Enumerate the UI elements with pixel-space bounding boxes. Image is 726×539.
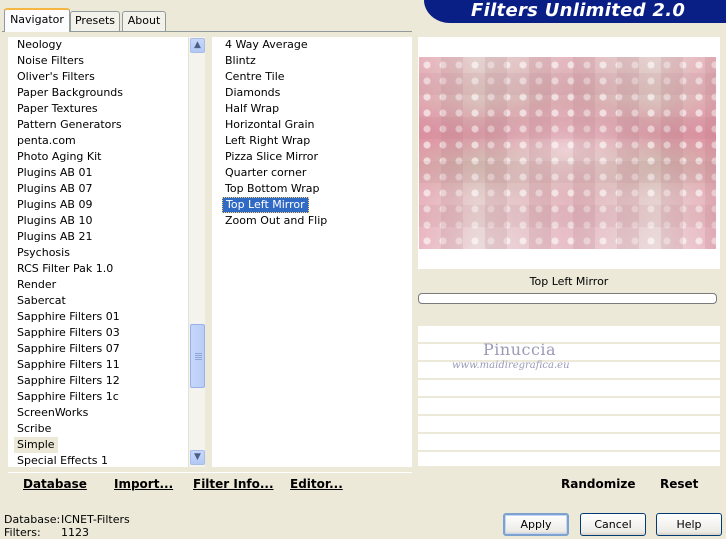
- category-item[interactable]: Photo Aging Kit: [14, 149, 104, 165]
- category-item[interactable]: Render: [14, 277, 59, 293]
- category-item[interactable]: Sapphire Filters 1c: [14, 389, 122, 405]
- parameter-row: [418, 416, 720, 433]
- category-item[interactable]: Sapphire Filters 01: [14, 309, 123, 325]
- filters-count-label: Filters:: [4, 526, 41, 539]
- category-scrollbar[interactable]: ▲ ▼: [188, 37, 205, 467]
- category-item[interactable]: Paper Textures: [14, 101, 101, 117]
- category-item[interactable]: Special Effects 1: [14, 453, 111, 469]
- preview-image: [419, 57, 716, 249]
- category-item[interactable]: Psychosis: [14, 245, 73, 261]
- filter-item[interactable]: Centre Tile: [222, 69, 288, 85]
- scroll-grip-line: [195, 355, 202, 356]
- tab-navigator[interactable]: Navigator: [4, 8, 70, 32]
- scroll-down-button[interactable]: ▼: [190, 450, 205, 465]
- category-item[interactable]: Simple: [14, 437, 58, 453]
- category-item[interactable]: Scribe: [14, 421, 54, 437]
- reset-button[interactable]: Reset: [660, 477, 698, 491]
- filter-item[interactable]: Diamonds: [222, 85, 283, 101]
- scroll-grip-line: [195, 359, 202, 360]
- filter-item[interactable]: Blintz: [222, 53, 259, 69]
- filter-item[interactable]: Quarter corner: [222, 165, 309, 181]
- scroll-grip-line: [195, 357, 202, 358]
- category-item[interactable]: RCS Filter Pak 1.0: [14, 261, 116, 277]
- current-filter-name: Top Left Mirror: [418, 270, 720, 292]
- category-item[interactable]: Noise Filters: [14, 53, 87, 69]
- category-item[interactable]: Sapphire Filters 11: [14, 357, 123, 373]
- category-item[interactable]: Sapphire Filters 03: [14, 325, 123, 341]
- category-item[interactable]: Plugins AB 01: [14, 165, 95, 181]
- category-item[interactable]: Sapphire Filters 12: [14, 373, 123, 389]
- database-button[interactable]: Database: [23, 477, 87, 491]
- scroll-grip-icon: [195, 353, 202, 354]
- tab-about[interactable]: About: [122, 11, 166, 31]
- tab-presets[interactable]: Presets: [70, 11, 120, 31]
- filter-item[interactable]: Zoom Out and Flip: [222, 213, 330, 229]
- filter-item[interactable]: Horizontal Grain: [222, 117, 317, 133]
- filter-item[interactable]: Left Right Wrap: [222, 133, 313, 149]
- randomize-button[interactable]: Randomize: [561, 477, 635, 491]
- parameter-row: [418, 344, 720, 361]
- cancel-button[interactable]: Cancel: [580, 513, 646, 536]
- parameter-row: [418, 452, 720, 467]
- category-item[interactable]: Sabercat: [14, 293, 69, 309]
- scroll-thumb[interactable]: [190, 324, 205, 388]
- app-title-banner: Filters Unlimited 2.0: [424, 0, 726, 23]
- filter-item[interactable]: Half Wrap: [222, 101, 282, 117]
- category-item[interactable]: Plugins AB 09: [14, 197, 95, 213]
- watermark-url: www.maidiregrafica.eu: [452, 360, 570, 371]
- filter-item[interactable]: 4 Way Average: [222, 37, 311, 53]
- help-button[interactable]: Help: [656, 513, 722, 536]
- category-item[interactable]: Pattern Generators: [14, 117, 125, 133]
- category-item[interactable]: Paper Backgrounds: [14, 85, 126, 101]
- progress-bar: [418, 293, 717, 304]
- parameter-panel: [418, 306, 720, 467]
- filter-item[interactable]: Top Bottom Wrap: [222, 181, 323, 197]
- arrow-down-icon: ▼: [194, 452, 201, 462]
- database-label: Database:: [4, 513, 61, 526]
- filter-item[interactable]: Top Left Mirror: [222, 197, 309, 213]
- apply-button[interactable]: Apply: [503, 513, 569, 536]
- database-value: ICNET-Filters: [61, 513, 130, 526]
- import-button[interactable]: Import...: [114, 477, 173, 491]
- category-item[interactable]: Plugins AB 21: [14, 229, 95, 245]
- category-item[interactable]: Plugins AB 07: [14, 181, 95, 197]
- filters-count-value: 1123: [61, 526, 89, 539]
- category-item[interactable]: ScreenWorks: [14, 405, 91, 421]
- parameter-row: [418, 434, 720, 451]
- watermark-name: Pinuccia: [483, 340, 557, 359]
- filter-item[interactable]: Pizza Slice Mirror: [222, 149, 321, 165]
- filter-info-button[interactable]: Filter Info...: [193, 477, 274, 491]
- editor-button[interactable]: Editor...: [290, 477, 343, 491]
- arrow-up-icon: ▲: [194, 40, 201, 50]
- category-item[interactable]: Neology: [14, 37, 65, 53]
- scroll-up-button[interactable]: ▲: [190, 38, 205, 53]
- parameter-row: [418, 326, 720, 343]
- parameter-row: [418, 398, 720, 415]
- category-item[interactable]: Oliver's Filters: [14, 69, 98, 85]
- category-item[interactable]: Plugins AB 10: [14, 213, 95, 229]
- parameter-row: [418, 380, 720, 397]
- category-item[interactable]: penta.com: [14, 133, 79, 149]
- category-item[interactable]: Sapphire Filters 07: [14, 341, 123, 357]
